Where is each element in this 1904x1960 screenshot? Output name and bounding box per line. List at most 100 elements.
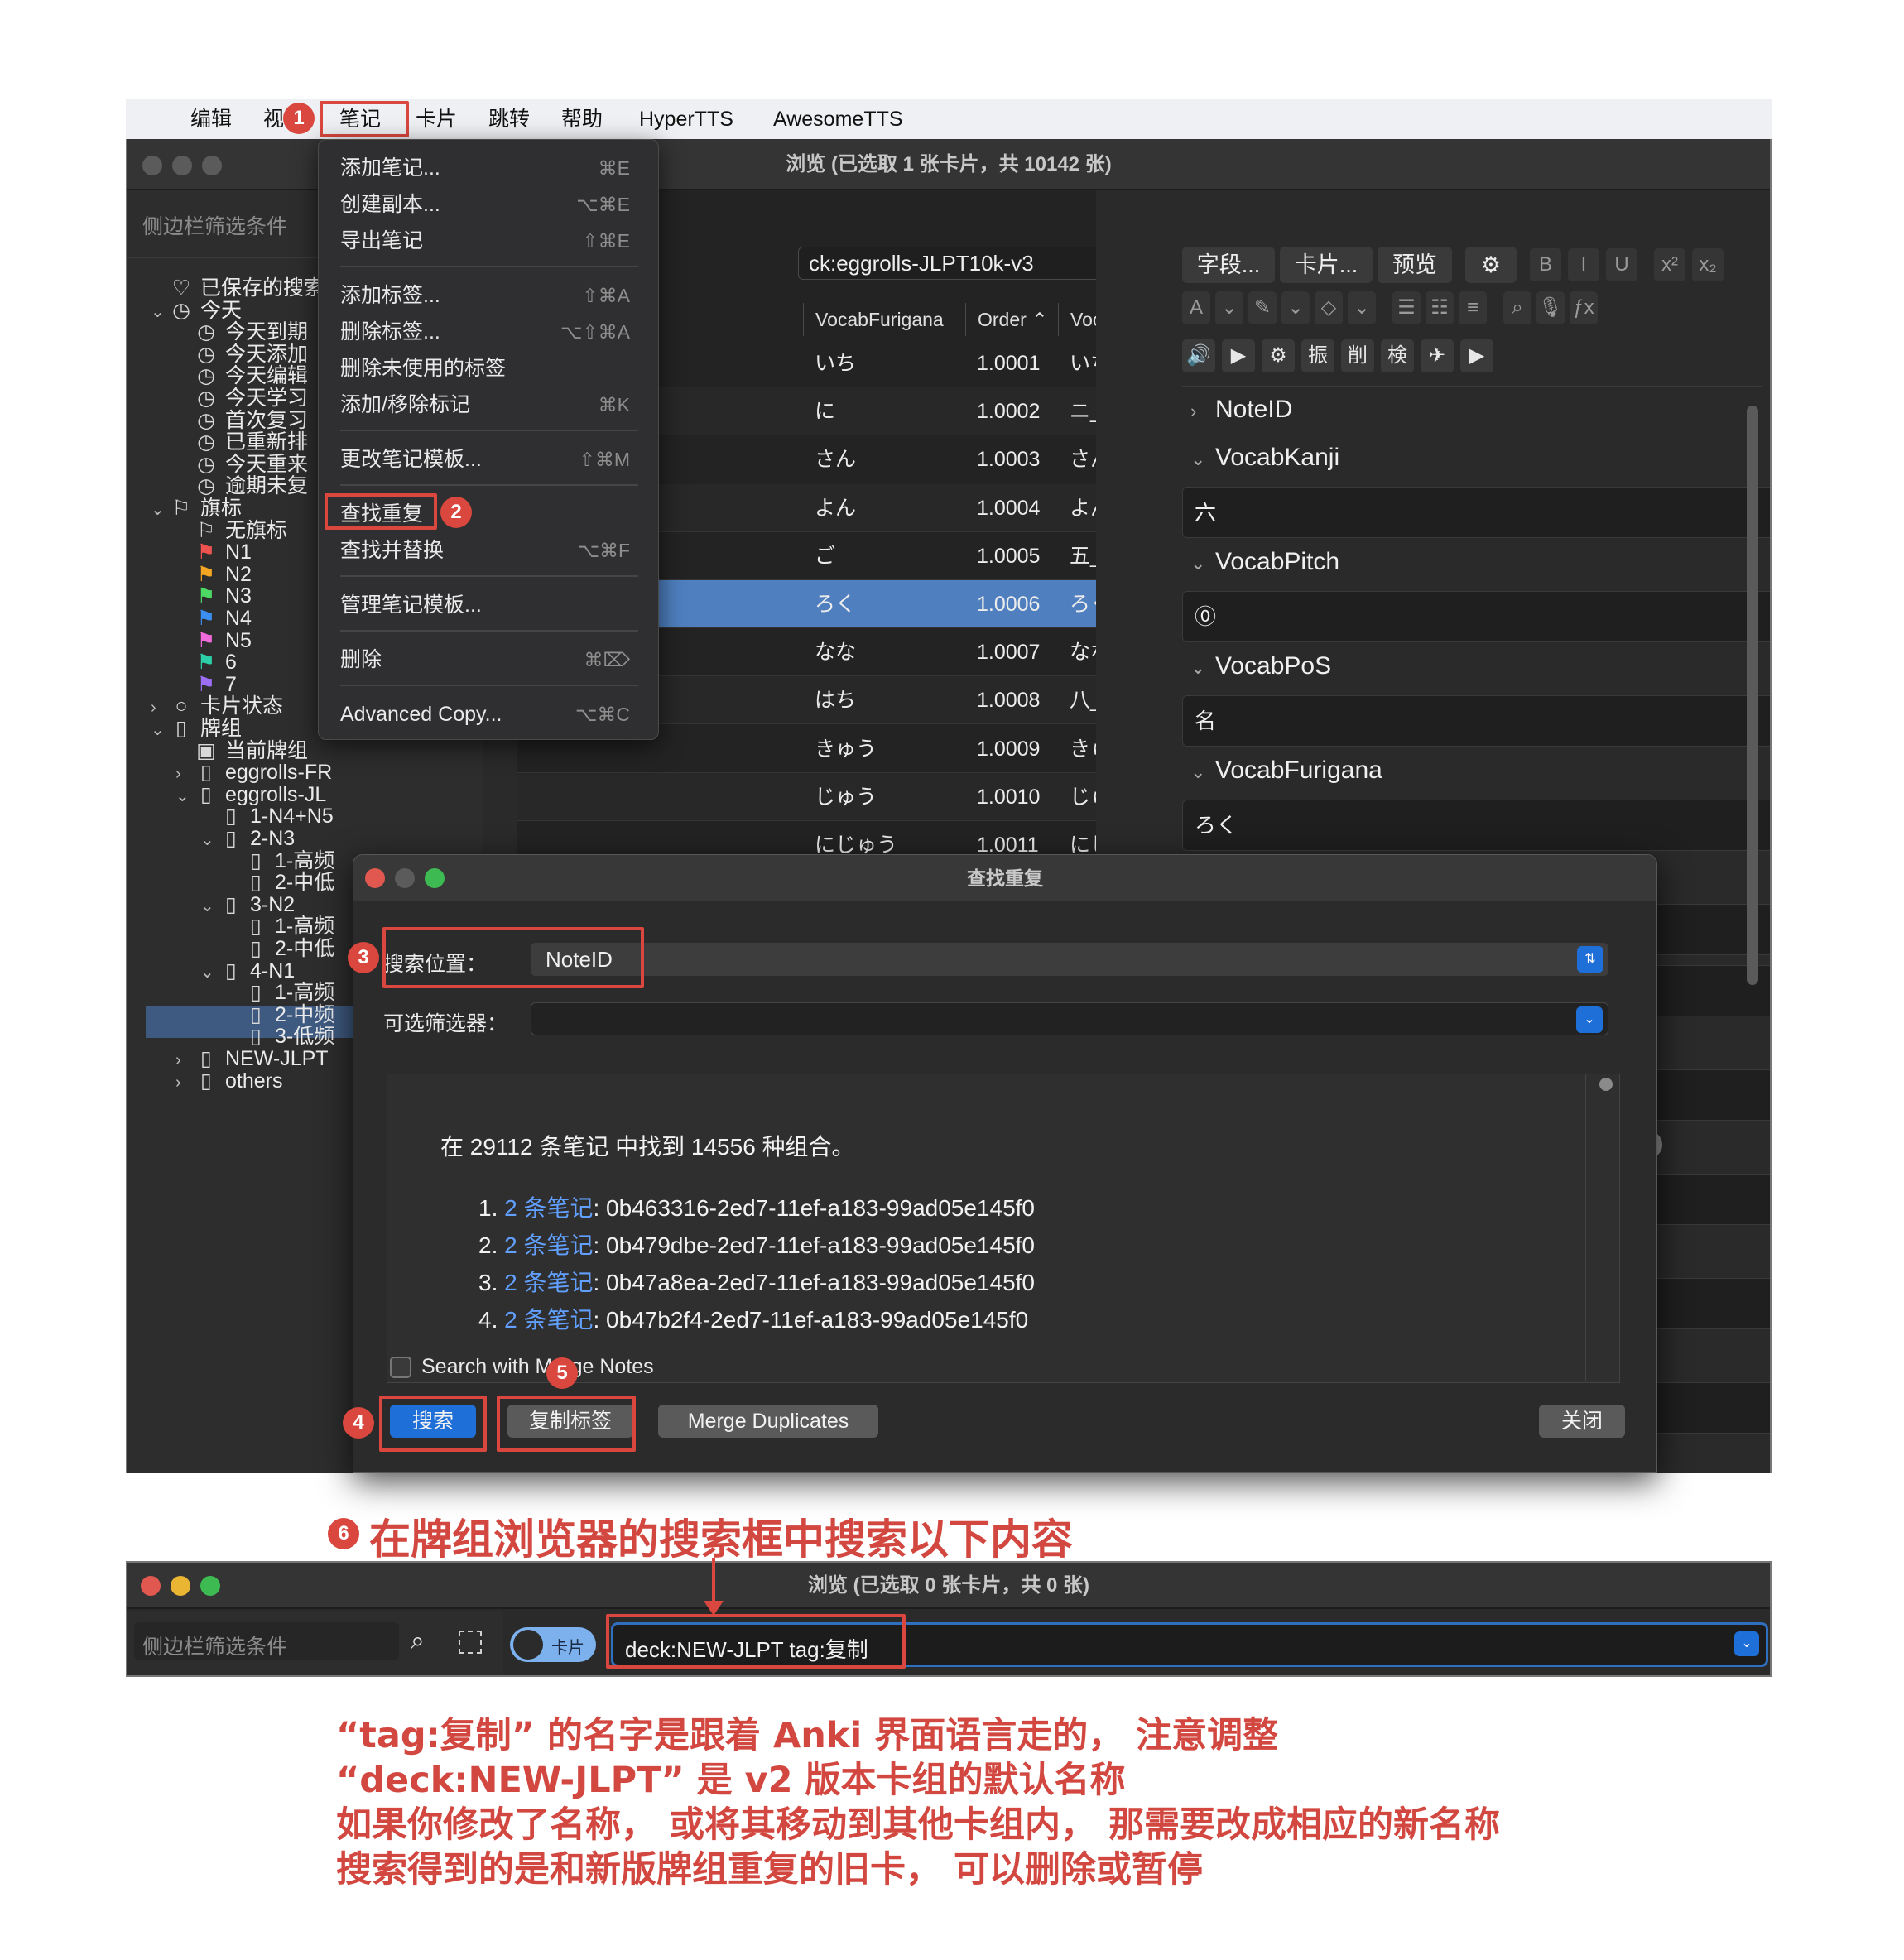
field-label[interactable]: › NoteID [1190, 396, 1292, 424]
note-line-4: 搜索得到的是和新版牌组重复的旧卡， 可以删除或暂停 [336, 1849, 1203, 1890]
result-note-id: : 0b47a8ea-2ed7-11ef-a183-99ad05e145f0 [593, 1270, 1036, 1295]
menu-help[interactable]: 帮助 [561, 99, 603, 139]
menu-item-label: 添加标签... [340, 284, 440, 307]
results-scrollbar[interactable] [1599, 1078, 1613, 1091]
menu-item[interactable]: 创建副本... ⌥⌘E [340, 188, 638, 221]
chevron-down-icon: ⌄ [1576, 1006, 1603, 1033]
chevron-down-icon[interactable]: ⌄ [200, 890, 219, 923]
merge-duplicates-button[interactable]: Merge Duplicates [658, 1405, 878, 1438]
cell-furigana: きゅう [815, 737, 877, 761]
cell-furigana: じゅう [815, 785, 877, 809]
toggle-knob [513, 1630, 543, 1660]
result-notes-link[interactable]: 2 条笔记 [504, 1307, 593, 1333]
result-item: 4. 2 条笔记: 0b47b2f4-2ed7-11ef-a183-99ad05… [478, 1302, 1028, 1335]
result-notes-link[interactable]: 2 条笔记 [504, 1270, 593, 1295]
menu-item[interactable]: Advanced Copy... ⌥⌘C [340, 698, 638, 731]
step-badge-6: 6 [328, 1518, 359, 1549]
field-input[interactable]: ろく [1182, 800, 1770, 851]
annotation-box-search-button [379, 1396, 487, 1452]
menu-item-label: 更改笔记模板... [340, 448, 482, 471]
menu-item[interactable]: 添加笔记... ⌘E [340, 151, 638, 185]
chevron-right-icon[interactable]: › [175, 1066, 194, 1099]
chevron-down-icon[interactable]: ⌄ [1734, 1631, 1759, 1656]
menu-go[interactable]: 跳转 [488, 99, 530, 139]
menu-item[interactable]: 删除未使用的标签 [340, 352, 638, 385]
menu-item-shortcut: ⌘⌦ [584, 649, 630, 670]
menu-separator [340, 266, 638, 267]
annotation-box-menu-notes [320, 101, 409, 137]
menu-view[interactable]: 视 [263, 99, 284, 139]
menu-hypertts[interactable]: HyperTTS [639, 99, 733, 139]
search-icon[interactable]: ⌕ [411, 1627, 425, 1655]
field-input[interactable]: 六 [1182, 487, 1770, 538]
menu-item[interactable]: 添加标签... ⇧⌘A [340, 279, 638, 312]
field-label[interactable]: ⌄ VocabFurigana [1190, 757, 1382, 785]
chevron-down-icon[interactable]: ⌄ [151, 713, 169, 747]
result-number: 1. [478, 1195, 498, 1221]
cell-furigana: いち [815, 352, 857, 375]
field-label[interactable]: ⌄ VocabPoS [1190, 652, 1331, 680]
window-title-2: 浏览 (已选取 0 张卡片，共 0 张) [807, 1574, 1090, 1597]
chevron-down-icon[interactable]: ⌄ [200, 956, 219, 989]
cell-furigana: よん [815, 496, 857, 520]
updown-arrow-icon: ⇅ [1577, 946, 1603, 973]
cell-furigana: に [815, 400, 836, 424]
step-badge-2: 2 [440, 497, 472, 528]
result-item: 1. 2 条笔记: 0b463316-2ed7-11ef-a183-99ad05… [478, 1190, 1035, 1223]
chevron-down-icon[interactable]: ⌄ [200, 824, 219, 857]
results-panel: 在 29112 条笔记 中找到 14556 种组合。 1. 2 条笔记: 0b4… [387, 1074, 1620, 1383]
toggle-label: 卡片 [551, 1639, 584, 1657]
sort-ascending-icon: ⌃ [1031, 309, 1048, 330]
menu-separator [340, 685, 638, 686]
menu-item[interactable]: 导出笔记 ⇧⌘E [340, 224, 638, 257]
field-label[interactable]: ⌄ VocabPitch [1190, 548, 1339, 576]
field-name: VocabKanji [1215, 444, 1340, 471]
field-name: VocabPoS [1215, 652, 1332, 680]
menu-item-shortcut: ⌥⌘F [577, 540, 630, 561]
step-badge-4: 4 [343, 1407, 374, 1439]
menu-edit[interactable]: 编辑 [190, 99, 232, 139]
chevron-down-icon[interactable]: ⌄ [1190, 553, 1215, 574]
menu-awesometts[interactable]: AwesomeTTS [773, 99, 903, 139]
menu-separator [340, 575, 638, 577]
chevron-down-icon[interactable]: ⌄ [1190, 761, 1215, 783]
menu-item-shortcut: ⌘E [598, 157, 630, 179]
field-name: NoteID [1215, 396, 1293, 423]
chevron-down-icon[interactable]: ⌄ [175, 780, 194, 813]
close-dialog-button[interactable]: 关闭 [1539, 1405, 1625, 1438]
menu-item[interactable]: 更改笔记模板... ⇧⌘M [340, 443, 638, 476]
search-in-select[interactable]: NoteID ⇅ [531, 943, 1608, 976]
menu-cards[interactable]: 卡片 [416, 99, 457, 139]
menu-item[interactable]: 删除 ⌘⌦ [340, 643, 638, 676]
menu-item[interactable]: 查找并替换 ⌥⌘F [340, 534, 638, 567]
dialog-title: 查找重复 [967, 867, 1043, 889]
optional-filter-select[interactable]: ⌄ [531, 1002, 1608, 1035]
merge-notes-checkbox[interactable] [390, 1357, 411, 1378]
chevron-down-icon[interactable]: ⌄ [151, 295, 169, 329]
result-notes-link[interactable]: 2 条笔记 [504, 1232, 593, 1258]
sidebar-item[interactable]: › ▯ others [175, 1064, 282, 1098]
menu-item-label: 添加/移除标记 [340, 393, 470, 416]
chevron-down-icon[interactable]: ⌄ [1190, 449, 1215, 470]
menu-item[interactable]: 管理笔记模板... [340, 588, 638, 622]
menu-item[interactable]: 添加/移除标记 ⌘K [340, 388, 638, 421]
field-label[interactable]: ⌄ VocabKanji [1190, 444, 1339, 472]
column-header-furigana[interactable]: VocabFurigana [803, 303, 965, 336]
cell-furigana: ご [815, 544, 836, 568]
menu-item-label: 删除标签... [340, 320, 440, 343]
note-line-3: 如果你修改了名称， 或将其移动到其他卡组内， 那需要改成相应的新名称 [336, 1804, 1500, 1846]
cell-furigana: さん [815, 448, 857, 472]
result-notes-link[interactable]: 2 条笔记 [504, 1195, 593, 1221]
chevron-down-icon[interactable]: ⌄ [151, 493, 169, 526]
select-area-icon[interactable] [459, 1631, 482, 1654]
field-input[interactable]: ⓪ [1182, 591, 1770, 642]
cards-notes-toggle[interactable]: 卡片 [510, 1627, 596, 1662]
editor-scrollbar[interactable] [1747, 406, 1758, 985]
chevron-right-icon[interactable]: › [1190, 401, 1215, 422]
column-header-order[interactable]: Order ⌃ [965, 303, 1058, 336]
menu-item[interactable]: 删除标签... ⌥⇧⌘A [340, 315, 638, 348]
sidebar-filter-input-2[interactable]: 侧边栏筛选条件 [134, 1622, 399, 1660]
chevron-down-icon[interactable]: ⌄ [1190, 657, 1215, 679]
field-input[interactable]: 名 [1182, 695, 1770, 747]
browser-window-2: 浏览 (已选取 0 张卡片，共 0 张) 侧边栏筛选条件 ⌕ 卡片 deck:N… [126, 1561, 1772, 1677]
